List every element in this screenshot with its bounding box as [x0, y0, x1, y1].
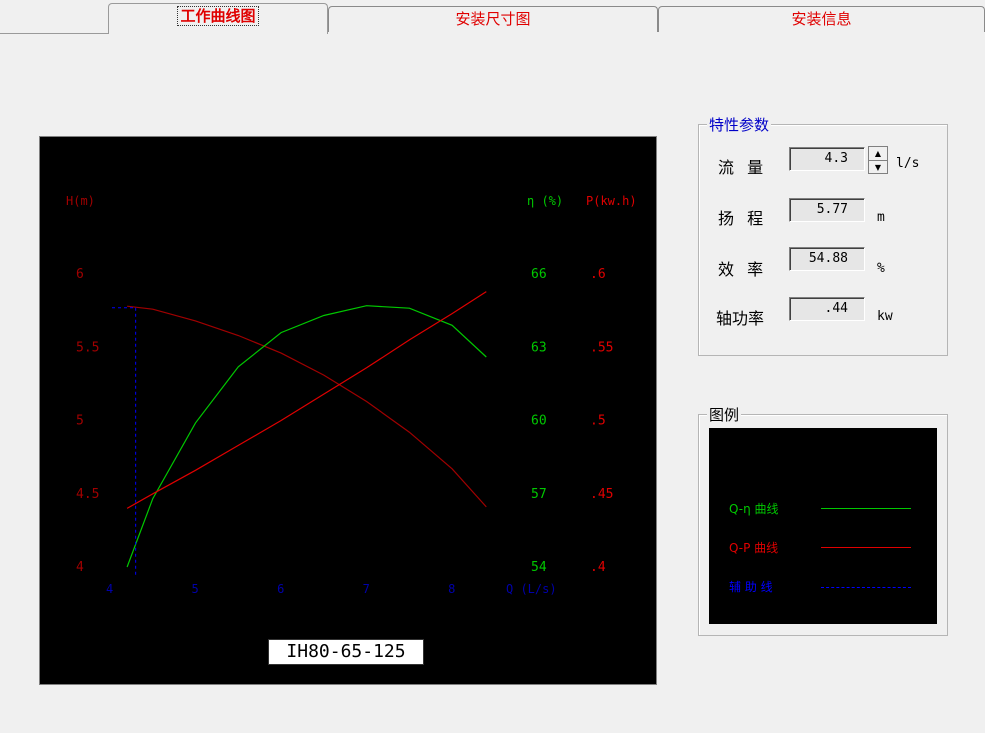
- x-tick-label: 7: [363, 582, 370, 596]
- flow-spinner[interactable]: ▲ ▼: [868, 146, 888, 174]
- tab-work-curve-label: 工作曲线图: [177, 6, 259, 26]
- tick-label-h: 6: [76, 267, 84, 282]
- tab-install-info-label: 安装信息: [791, 10, 852, 28]
- x-tick-label: 6: [277, 582, 284, 596]
- x-tick-label: 8: [448, 582, 455, 596]
- shaft-power-unit: kw: [877, 309, 893, 324]
- x-tick-label: 4: [106, 582, 113, 596]
- tick-label-h: 5: [76, 414, 84, 429]
- spin-up-icon[interactable]: ▲: [869, 147, 887, 161]
- tick-label-p: .5: [590, 414, 606, 429]
- efficiency-unit: %: [877, 261, 885, 276]
- axis-title-h: H(m): [66, 194, 95, 208]
- flow-unit: l/s: [896, 156, 920, 171]
- x-tick-label: 5: [192, 582, 199, 596]
- tick-label-h: 5.5: [76, 340, 99, 355]
- tab-install-dimensions-label: 安装尺寸图: [455, 10, 531, 28]
- legend-label-aux: 辅 助 线: [729, 580, 773, 594]
- tab-install-info[interactable]: 安装信息: [658, 6, 985, 32]
- legend-label-efficiency: Q-η 曲线: [729, 502, 779, 516]
- series-line-P: [126, 291, 487, 509]
- parameter-group-title: 特性参数: [707, 114, 772, 135]
- shaft-power-label: 轴功率: [716, 309, 765, 328]
- efficiency-label: 效 率: [718, 260, 768, 279]
- tab-install-dimensions[interactable]: 安装尺寸图: [328, 6, 658, 32]
- tab-bar: 工作曲线图 安装尺寸图 安装信息: [0, 0, 985, 34]
- tick-label-eta: 66: [531, 267, 547, 282]
- tick-label-p: .4: [590, 560, 606, 575]
- axis-title-p: P(kw.h): [586, 194, 637, 208]
- performance-chart: H(m) 6 5.5 5 4.5 4 η (%) 66 63 60 57 54 P(kw.h) .6.55…: [39, 136, 657, 685]
- head-unit: m: [877, 210, 885, 225]
- series-line-eta: [126, 305, 487, 568]
- legend-panel: Q-η 曲线 Q-P 曲线 辅 助 线: [709, 428, 937, 624]
- tick-label-eta: 60: [531, 414, 547, 429]
- flow-input[interactable]: 4.3: [789, 147, 865, 171]
- tick-label-p: .6: [590, 267, 606, 282]
- legend-line-aux: [821, 587, 911, 588]
- tick-label-p: .55: [590, 340, 613, 355]
- legend-group-title: 图例: [707, 404, 742, 425]
- x-axis-title: Q (L/s): [506, 582, 557, 596]
- spin-down-icon[interactable]: ▼: [869, 161, 887, 174]
- tick-label-p: .45: [590, 487, 613, 502]
- tick-label-eta: 54: [531, 560, 547, 575]
- tick-label-eta: 63: [531, 340, 547, 355]
- efficiency-value: 54.88: [789, 247, 865, 271]
- legend-line-efficiency: [821, 508, 911, 509]
- tab-work-curve[interactable]: 工作曲线图: [108, 3, 328, 34]
- tick-label-h: 4: [76, 560, 84, 575]
- axis-title-eta: η (%): [527, 194, 563, 208]
- tab-baseline: [0, 33, 108, 34]
- legend-label-power: Q-P 曲线: [729, 541, 779, 555]
- series-line-H: [127, 305, 487, 508]
- shaft-power-value: .44: [789, 297, 865, 321]
- tick-label-eta: 57: [531, 487, 547, 502]
- head-value: 5.77: [789, 198, 865, 222]
- pump-model-label: IH80-65-125: [268, 639, 424, 665]
- chart-canvas: H(m)65.554.54η (%)6663605754P(kw.h).6.55…: [66, 194, 637, 596]
- head-label: 扬 程: [718, 209, 768, 228]
- legend-line-power: [821, 547, 911, 548]
- tick-label-h: 4.5: [76, 487, 99, 502]
- flow-label: 流 量: [718, 158, 768, 177]
